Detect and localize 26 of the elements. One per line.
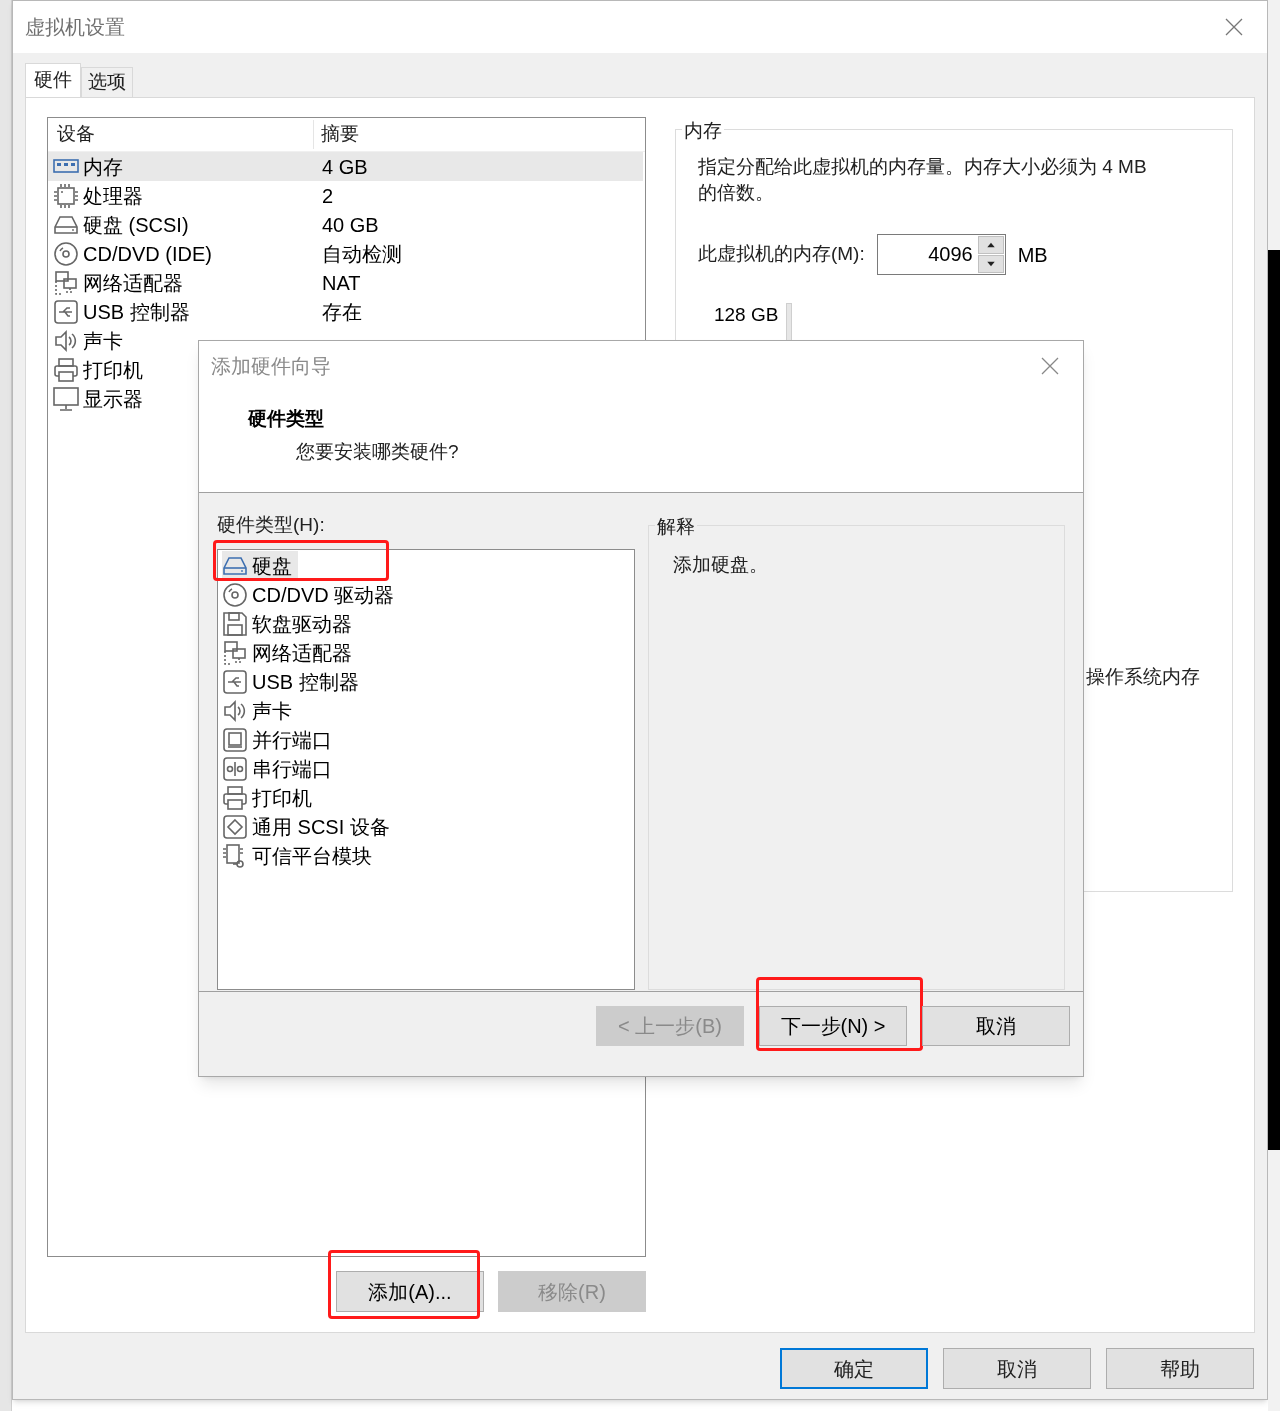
- device-name: 处理器: [83, 183, 143, 209]
- list-label: 硬件类型(H):: [217, 513, 326, 537]
- device-name: CD/DVD (IDE): [83, 241, 212, 267]
- device-name: USB 控制器: [83, 299, 190, 325]
- device-name: 显示器: [83, 386, 143, 412]
- device-name: 网络适配器: [83, 270, 183, 296]
- unit-label: MB: [1017, 242, 1048, 268]
- description-text: 指定分配给此虚拟机的内存量。内存大小必须为 4 MB 的倍数。: [697, 155, 1148, 205]
- device-name: 内存: [83, 154, 123, 180]
- window-title: 虚拟机设置: [25, 15, 125, 40]
- device-summary: 自动检测: [321, 241, 402, 267]
- field-label: 此虚拟机的内存(M):: [697, 242, 865, 267]
- dialog-heading: 硬件类型: [248, 407, 325, 431]
- device-summary: 40 GB: [321, 212, 379, 238]
- device-summary: 存在: [321, 299, 362, 325]
- dialog-subheading: 您要安装哪类硬件?: [296, 439, 460, 464]
- device-summary: 2: [321, 183, 334, 209]
- device-name: 声卡: [83, 328, 123, 354]
- explanation-text: 添加硬盘。: [673, 553, 769, 577]
- device-name: 打印机: [83, 357, 143, 383]
- device-summary: NAT: [321, 270, 361, 296]
- dialog-title: 添加硬件向导: [211, 354, 331, 379]
- scale-label: 128 GB: [713, 303, 779, 327]
- device-name: 硬盘 (SCSI): [83, 212, 189, 238]
- legend-text: 操作系统内存: [1085, 665, 1201, 689]
- device-summary: 4 GB: [321, 154, 368, 180]
